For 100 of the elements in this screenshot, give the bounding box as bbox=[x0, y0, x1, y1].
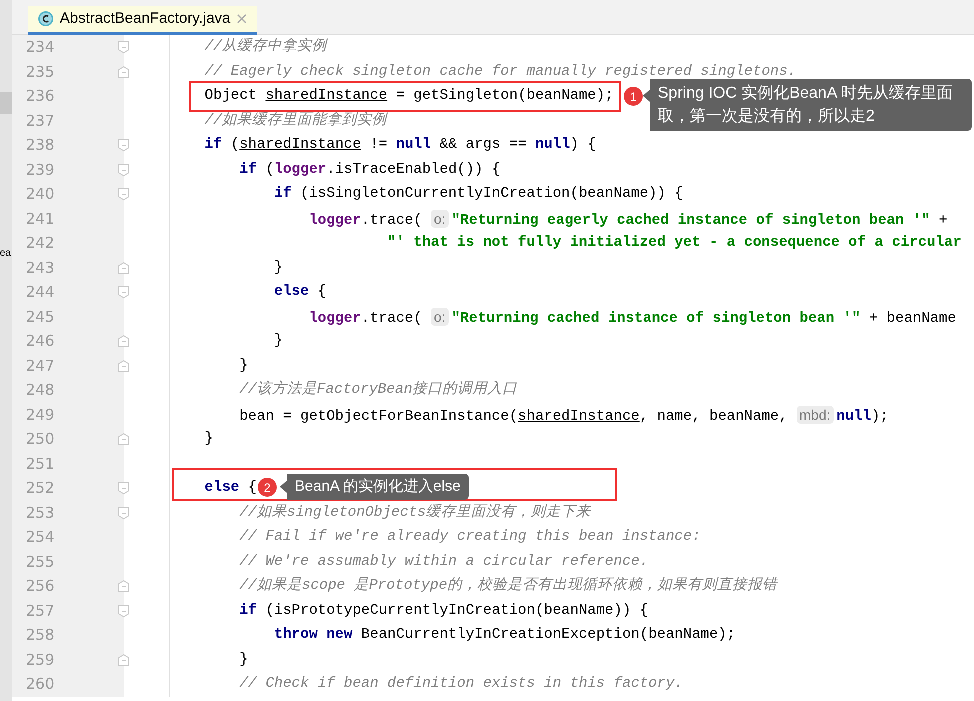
code-comment: //从缓存中拿实例 bbox=[204, 39, 328, 55]
code-keyword: null bbox=[836, 408, 872, 424]
variable-name: sharedInstance bbox=[518, 408, 640, 424]
line-number: 257 bbox=[12, 598, 124, 623]
line-number: 242 bbox=[12, 231, 124, 256]
line-number: 239 bbox=[12, 158, 124, 182]
code-keyword: null bbox=[535, 137, 570, 153]
code-text: , name, beanName, bbox=[640, 408, 789, 424]
line-number: 238 bbox=[12, 133, 124, 158]
code-comment: // Eagerly check singleton cache for manually registered singletons. bbox=[204, 64, 796, 80]
parameter-hint: o: bbox=[431, 210, 449, 228]
fold-marker-icon[interactable] bbox=[118, 139, 130, 152]
fold-marker-icon[interactable] bbox=[118, 164, 130, 176]
code-text: } bbox=[204, 431, 214, 447]
file-tab[interactable]: AbstractBeanFactory.java bbox=[28, 6, 257, 35]
code-text: } bbox=[240, 358, 248, 374]
selection-highlight bbox=[0, 92, 12, 114]
step-number: 2 bbox=[258, 478, 277, 497]
variable-name: sharedInstance bbox=[240, 137, 362, 153]
fold-marker-icon[interactable] bbox=[118, 360, 130, 372]
class-icon bbox=[38, 11, 54, 27]
fold-marker-icon[interactable] bbox=[118, 286, 130, 299]
fold-marker-icon[interactable] bbox=[118, 66, 130, 78]
code-keyword: if bbox=[274, 186, 292, 202]
string-literal: "Returning cached instance of singleton bean '" bbox=[452, 310, 861, 326]
line-number: 243 bbox=[12, 256, 124, 280]
project-file-name: ea bbox=[0, 247, 12, 261]
line-number: 236 bbox=[12, 84, 124, 108]
fold-marker-icon[interactable] bbox=[118, 482, 130, 495]
code-text: BeanCurrentlyInCreationException(beanName); bbox=[360, 627, 736, 643]
code-text: ( bbox=[264, 162, 274, 178]
line-number: 244 bbox=[12, 280, 124, 304]
fold-marker-icon[interactable] bbox=[118, 604, 130, 618]
code-text: ) { bbox=[570, 137, 596, 153]
fold-marker-icon[interactable] bbox=[118, 188, 130, 201]
line-number: 259 bbox=[12, 648, 124, 672]
line-number: 237 bbox=[12, 108, 124, 133]
code-text: bean = getObjectForBeanInstance( bbox=[240, 408, 518, 424]
line-number: 240 bbox=[12, 182, 124, 206]
line-number: 252 bbox=[12, 476, 124, 500]
variable-name: sharedInstance bbox=[266, 88, 388, 104]
line-number: 260 bbox=[12, 672, 124, 696]
code-keyword: throw new bbox=[274, 627, 353, 643]
fold-marker-icon[interactable] bbox=[118, 433, 130, 446]
string-literal: "Returning eagerly cached instance of singleton bean '" bbox=[452, 212, 930, 228]
line-number: 253 bbox=[12, 500, 124, 525]
code-keyword: else bbox=[274, 284, 310, 300]
line-number: 250 bbox=[12, 427, 124, 452]
fold-marker-icon[interactable] bbox=[118, 506, 130, 520]
code-text: && args == bbox=[438, 137, 528, 153]
code-comment: //如果缓存里面能拿到实例 bbox=[204, 112, 388, 128]
code-keyword: if bbox=[240, 602, 257, 618]
fold-marker-icon[interactable] bbox=[118, 580, 130, 593]
line-number: 254 bbox=[12, 525, 124, 550]
fold-marker-icon[interactable] bbox=[118, 262, 130, 274]
line-number: 246 bbox=[12, 329, 124, 354]
field-name: logger bbox=[274, 162, 327, 178]
fold-marker-icon[interactable] bbox=[118, 654, 130, 666]
code-comment: //如果是scope 是Prototype的，校验是否有出现循环依赖，如果有则直接报错 bbox=[240, 578, 778, 594]
string-literal: "' that is not fully initialized yet - a consequence of a circular bbox=[388, 235, 962, 251]
code-comment: // We're assumably within a circular reference. bbox=[240, 554, 649, 570]
line-number: 256 bbox=[12, 574, 124, 598]
field-name: logger bbox=[309, 310, 362, 326]
parameter-hint: mbd: bbox=[796, 406, 834, 424]
fold-marker-icon[interactable] bbox=[118, 335, 130, 348]
code-keyword: if bbox=[204, 137, 222, 153]
code-keyword: else bbox=[204, 480, 240, 496]
code-text: (isSingletonCurrentlyInCreation(beanName)) { bbox=[299, 186, 684, 202]
code-comment: //如果singletonObjects缓存里面没有，则走下来 bbox=[240, 504, 592, 520]
code-text: ( bbox=[230, 137, 240, 153]
line-number: 249 bbox=[12, 402, 124, 427]
code-keyword: if bbox=[240, 162, 257, 178]
code-comment: //该方法是FactoryBean接口的调用入口 bbox=[240, 382, 518, 398]
annotation-callout: BeanA 的实例化进入else bbox=[280, 474, 469, 500]
code-text: { bbox=[247, 480, 258, 496]
line-number: 235 bbox=[12, 60, 124, 84]
code-keyword: null bbox=[396, 137, 432, 153]
code-comment: // Check if bean definition exists in this factory. bbox=[240, 676, 684, 692]
line-number: 251 bbox=[12, 452, 124, 476]
code-text: + bbox=[938, 212, 948, 228]
line-number: 234 bbox=[12, 35, 124, 60]
code-text: .isTraceEnabled()) { bbox=[326, 162, 501, 178]
code-text: Object bbox=[204, 88, 258, 104]
line-number: 245 bbox=[12, 304, 124, 329]
code-text: (isPrototypeCurrentlyInCreation(beanName)) { bbox=[264, 602, 649, 618]
code-text: ); bbox=[871, 408, 889, 424]
code-text: { bbox=[316, 284, 327, 300]
code-text: } bbox=[274, 260, 284, 276]
annotation-callout: Spring IOC 实例化BeanA 时先从缓存里面取，第一次是没有的，所以走2 bbox=[643, 79, 972, 131]
fold-marker-icon[interactable] bbox=[118, 41, 130, 54]
line-number: 258 bbox=[12, 623, 124, 648]
code-text: + beanName bbox=[868, 310, 956, 326]
code-text: } bbox=[240, 652, 248, 668]
line-number: 241 bbox=[12, 206, 124, 231]
line-number: 247 bbox=[12, 354, 124, 378]
line-number: 248 bbox=[12, 378, 124, 402]
close-icon[interactable] bbox=[236, 14, 247, 24]
line-number: 255 bbox=[12, 550, 124, 574]
code-comment: // Fail if we're already creating this bean instance: bbox=[240, 529, 701, 545]
step-number: 1 bbox=[624, 87, 643, 106]
